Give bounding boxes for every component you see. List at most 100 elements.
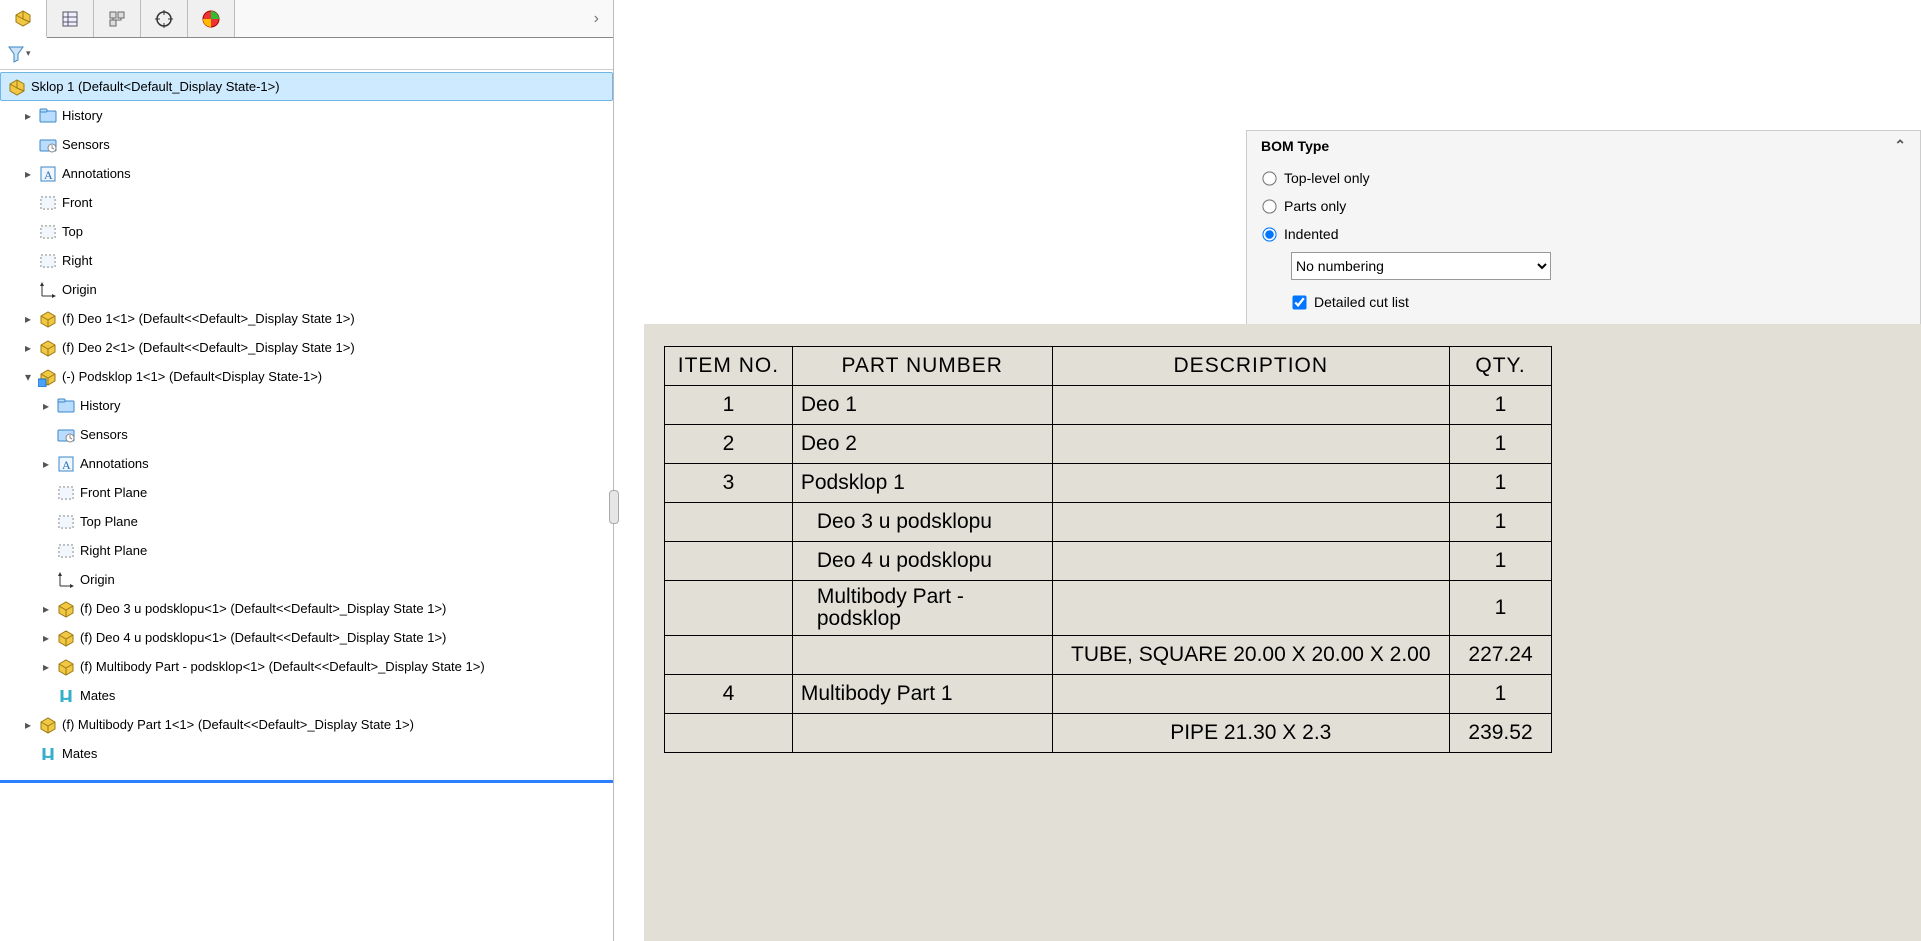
tree-item[interactable]: ▸(f) Deo 2<1> (Default<<Default>_Display… (0, 333, 613, 362)
tree-filter-bar[interactable]: ▾ (0, 38, 613, 70)
cell-item[interactable]: 3 (665, 464, 793, 503)
tab-configuration[interactable] (94, 0, 141, 37)
cell-part-number[interactable]: Deo 2 (792, 425, 1052, 464)
tab-dimxpert[interactable] (141, 0, 188, 37)
table-row[interactable]: 1Deo 11 (665, 386, 1552, 425)
cell-qty[interactable]: 1 (1450, 425, 1552, 464)
radio-indented-input[interactable] (1262, 227, 1276, 241)
cell-description[interactable]: PIPE 21.30 X 2.3 (1052, 714, 1449, 753)
cell-qty[interactable]: 1 (1450, 503, 1552, 542)
cell-qty[interactable]: 1 (1450, 581, 1552, 636)
table-row[interactable]: 3Podsklop 1 1 (665, 464, 1552, 503)
tree-item[interactable]: ▸History (0, 391, 613, 420)
panel-resize-handle[interactable] (609, 490, 619, 524)
cell-qty[interactable]: 1 (1450, 675, 1552, 714)
tab-property-manager[interactable] (47, 0, 94, 37)
tree-item[interactable]: ▸Sensors (0, 420, 613, 449)
tree-root[interactable]: Sklop 1 (Default<Default_Display State-1… (0, 72, 613, 101)
check-detailed-cut-list-input[interactable] (1292, 295, 1306, 309)
tree-item[interactable]: ▾(-) Podsklop 1<1> (Default<Display Stat… (0, 362, 613, 391)
cell-description[interactable] (1052, 464, 1449, 503)
radio-top-level-input[interactable] (1262, 171, 1276, 185)
tree-item[interactable]: ▸Annotations (0, 449, 613, 478)
tree-item[interactable]: ▸Front (0, 188, 613, 217)
tree-item[interactable]: ▸(f) Deo 1<1> (Default<<Default>_Display… (0, 304, 613, 333)
cell-part-number[interactable]: Deo 4 u podsklopu (792, 542, 1052, 581)
cell-item[interactable]: 1 (665, 386, 793, 425)
tab-feature-tree[interactable] (0, 0, 47, 38)
cell-part-number[interactable]: Deo 1 (792, 386, 1052, 425)
cell-item[interactable] (665, 714, 793, 753)
table-row[interactable]: 4Multibody Part 1 1 (665, 675, 1552, 714)
radio-top-level[interactable]: Top-level only (1261, 164, 1906, 192)
table-row[interactable]: Deo 3 u podsklopu 1 (665, 503, 1552, 542)
tab-appearance[interactable] (188, 0, 235, 37)
cell-part-number[interactable]: Deo 3 u podsklopu (792, 503, 1052, 542)
tree-item[interactable]: ▸Origin (0, 565, 613, 594)
expand-icon[interactable]: ▸ (20, 341, 36, 355)
cell-qty[interactable]: 1 (1450, 542, 1552, 581)
tree-item[interactable]: ▸Top (0, 217, 613, 246)
tree-item[interactable]: ▸Right Plane (0, 536, 613, 565)
bom-table[interactable]: ITEM NO. PART NUMBER DESCRIPTION QTY. 1D… (664, 346, 1552, 753)
expand-icon[interactable]: ▸ (20, 167, 36, 181)
cell-item[interactable]: 2 (665, 425, 793, 464)
col-item-no[interactable]: ITEM NO. (665, 347, 793, 386)
tree-item[interactable]: ▸History (0, 101, 613, 130)
cell-part-number[interactable] (792, 714, 1052, 753)
expand-icon[interactable]: ▸ (38, 631, 54, 645)
expand-icon[interactable]: ▸ (38, 602, 54, 616)
tree-item[interactable]: ▸Right (0, 246, 613, 275)
radio-parts-only-input[interactable] (1262, 199, 1276, 213)
cell-item[interactable] (665, 503, 793, 542)
col-description[interactable]: DESCRIPTION (1052, 347, 1449, 386)
cell-item[interactable]: 4 (665, 675, 793, 714)
radio-parts-only[interactable]: Parts only (1261, 192, 1906, 220)
table-row[interactable]: 2Deo 2 1 (665, 425, 1552, 464)
cell-item[interactable] (665, 542, 793, 581)
collapse-icon[interactable]: ⌃ (1894, 137, 1906, 154)
expand-icon[interactable]: ▸ (38, 457, 54, 471)
table-row[interactable]: Multibody Part -podsklop 1 (665, 581, 1552, 636)
cell-part-number[interactable]: Multibody Part 1 (792, 675, 1052, 714)
cell-description[interactable] (1052, 581, 1449, 636)
check-detailed-cut-list[interactable]: Detailed cut list (1291, 288, 1906, 316)
cell-description[interactable] (1052, 675, 1449, 714)
collapse-icon[interactable]: ▾ (20, 370, 36, 384)
tree-item[interactable]: ▸Front Plane (0, 478, 613, 507)
cell-part-number[interactable] (792, 636, 1052, 675)
expand-icon[interactable]: ▸ (38, 660, 54, 674)
tree-item[interactable]: ▸Annotations (0, 159, 613, 188)
table-row[interactable]: TUBE, SQUARE 20.00 X 20.00 X 2.00227.24 (665, 636, 1552, 675)
tree-item[interactable]: ▸(f) Multibody Part 1<1> (Default<<Defau… (0, 710, 613, 739)
tree-item[interactable]: ▸(f) Multibody Part - podsklop<1> (Defau… (0, 652, 613, 681)
cell-qty[interactable]: 239.52 (1450, 714, 1552, 753)
numbering-select[interactable]: No numbering (1291, 252, 1551, 280)
cell-part-number[interactable]: Podsklop 1 (792, 464, 1052, 503)
cell-part-number[interactable]: Multibody Part -podsklop (792, 581, 1052, 636)
tree-item[interactable]: ▸Top Plane (0, 507, 613, 536)
tree-item[interactable]: ▸Mates (0, 681, 613, 710)
tree-item[interactable]: ▸Mates (0, 739, 613, 768)
cell-description[interactable] (1052, 542, 1449, 581)
panel-collapse-icon[interactable]: › (594, 10, 599, 28)
expand-icon[interactable]: ▸ (38, 399, 54, 413)
cell-item[interactable] (665, 636, 793, 675)
expand-icon[interactable]: ▸ (20, 109, 36, 123)
col-qty[interactable]: QTY. (1450, 347, 1552, 386)
cell-qty[interactable]: 1 (1450, 464, 1552, 503)
tree-item[interactable]: ▸(f) Deo 4 u podsklopu<1> (Default<<Defa… (0, 623, 613, 652)
expand-icon[interactable]: ▸ (20, 718, 36, 732)
table-row[interactable]: PIPE 21.30 X 2.3239.52 (665, 714, 1552, 753)
tree-item[interactable]: ▸Origin (0, 275, 613, 304)
cell-qty[interactable]: 227.24 (1450, 636, 1552, 675)
cell-item[interactable] (665, 581, 793, 636)
col-part-number[interactable]: PART NUMBER (792, 347, 1052, 386)
cell-description[interactable] (1052, 425, 1449, 464)
expand-icon[interactable]: ▸ (20, 312, 36, 326)
table-row[interactable]: Deo 4 u podsklopu 1 (665, 542, 1552, 581)
radio-indented[interactable]: Indented (1261, 220, 1906, 248)
filter-icon[interactable] (6, 44, 26, 64)
cell-qty[interactable]: 1 (1450, 386, 1552, 425)
cell-description[interactable] (1052, 386, 1449, 425)
